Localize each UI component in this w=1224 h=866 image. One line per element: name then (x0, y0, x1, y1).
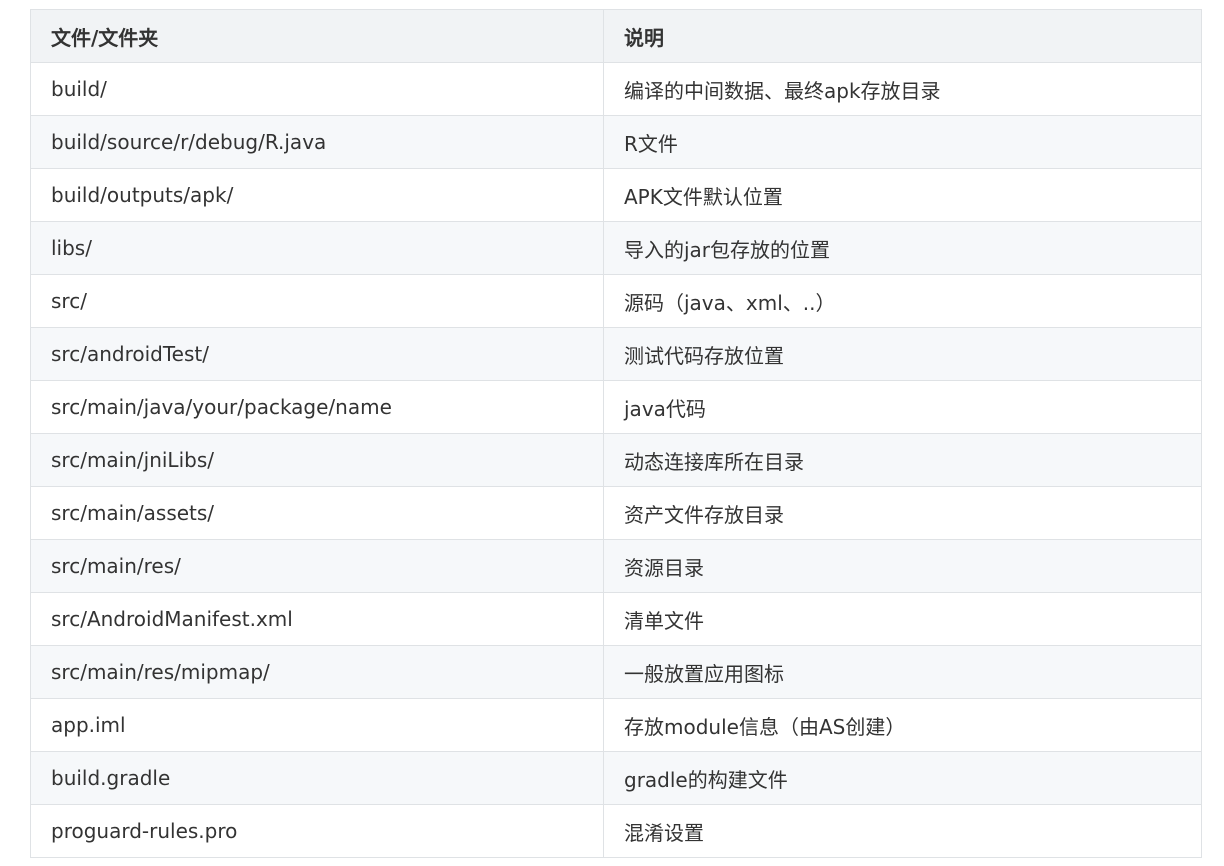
table-row: src/ 源码（java、xml、..） (30, 274, 1202, 328)
description-cell: 一般放置应用图标 (603, 645, 1202, 699)
file-path-cell: src/AndroidManifest.xml (30, 592, 604, 646)
description-cell: APK文件默认位置 (603, 168, 1202, 222)
file-structure-table: 文件/文件夹 说明 build/ 编译的中间数据、最终apk存放目录 build… (30, 9, 1202, 858)
table-row: src/main/res/mipmap/ 一般放置应用图标 (30, 645, 1202, 699)
file-path-cell: libs/ (30, 221, 604, 275)
description-cell: 测试代码存放位置 (603, 327, 1202, 381)
description-cell: 导入的jar包存放的位置 (603, 221, 1202, 275)
file-path-cell: src/androidTest/ (30, 327, 604, 381)
table-row: build/ 编译的中间数据、最终apk存放目录 (30, 62, 1202, 116)
description-cell: 动态连接库所在目录 (603, 433, 1202, 487)
header-description: 说明 (603, 9, 1202, 63)
description-cell: gradle的构建文件 (603, 751, 1202, 805)
table-row: src/main/res/ 资源目录 (30, 539, 1202, 593)
table-row: src/AndroidManifest.xml 清单文件 (30, 592, 1202, 646)
table-header-row: 文件/文件夹 说明 (30, 9, 1202, 63)
table-row: app.iml 存放module信息（由AS创建） (30, 698, 1202, 752)
description-cell: 编译的中间数据、最终apk存放目录 (603, 62, 1202, 116)
file-structure-table-container: 文件/文件夹 说明 build/ 编译的中间数据、最终apk存放目录 build… (30, 9, 1202, 858)
table-row: build/source/r/debug/R.java R文件 (30, 115, 1202, 169)
description-cell: R文件 (603, 115, 1202, 169)
table-row: build/outputs/apk/ APK文件默认位置 (30, 168, 1202, 222)
description-cell: 存放module信息（由AS创建） (603, 698, 1202, 752)
table-row: build.gradle gradle的构建文件 (30, 751, 1202, 805)
header-file-folder: 文件/文件夹 (30, 9, 604, 63)
file-path-cell: src/main/res/mipmap/ (30, 645, 604, 699)
table-row: proguard-rules.pro 混淆设置 (30, 804, 1202, 858)
file-path-cell: build.gradle (30, 751, 604, 805)
description-cell: java代码 (603, 380, 1202, 434)
description-cell: 混淆设置 (603, 804, 1202, 858)
table-row: src/main/assets/ 资产文件存放目录 (30, 486, 1202, 540)
description-cell: 资产文件存放目录 (603, 486, 1202, 540)
description-cell: 源码（java、xml、..） (603, 274, 1202, 328)
table-row: src/main/jniLibs/ 动态连接库所在目录 (30, 433, 1202, 487)
description-cell: 清单文件 (603, 592, 1202, 646)
file-path-cell: src/main/assets/ (30, 486, 604, 540)
file-path-cell: app.iml (30, 698, 604, 752)
file-path-cell: src/main/res/ (30, 539, 604, 593)
file-path-cell: build/outputs/apk/ (30, 168, 604, 222)
table-row: src/main/java/your/package/name java代码 (30, 380, 1202, 434)
file-path-cell: build/ (30, 62, 604, 116)
table-row: libs/ 导入的jar包存放的位置 (30, 221, 1202, 275)
file-path-cell: src/ (30, 274, 604, 328)
file-path-cell: src/main/jniLibs/ (30, 433, 604, 487)
file-path-cell: proguard-rules.pro (30, 804, 604, 858)
file-path-cell: build/source/r/debug/R.java (30, 115, 604, 169)
description-cell: 资源目录 (603, 539, 1202, 593)
table-row: src/androidTest/ 测试代码存放位置 (30, 327, 1202, 381)
file-path-cell: src/main/java/your/package/name (30, 380, 604, 434)
